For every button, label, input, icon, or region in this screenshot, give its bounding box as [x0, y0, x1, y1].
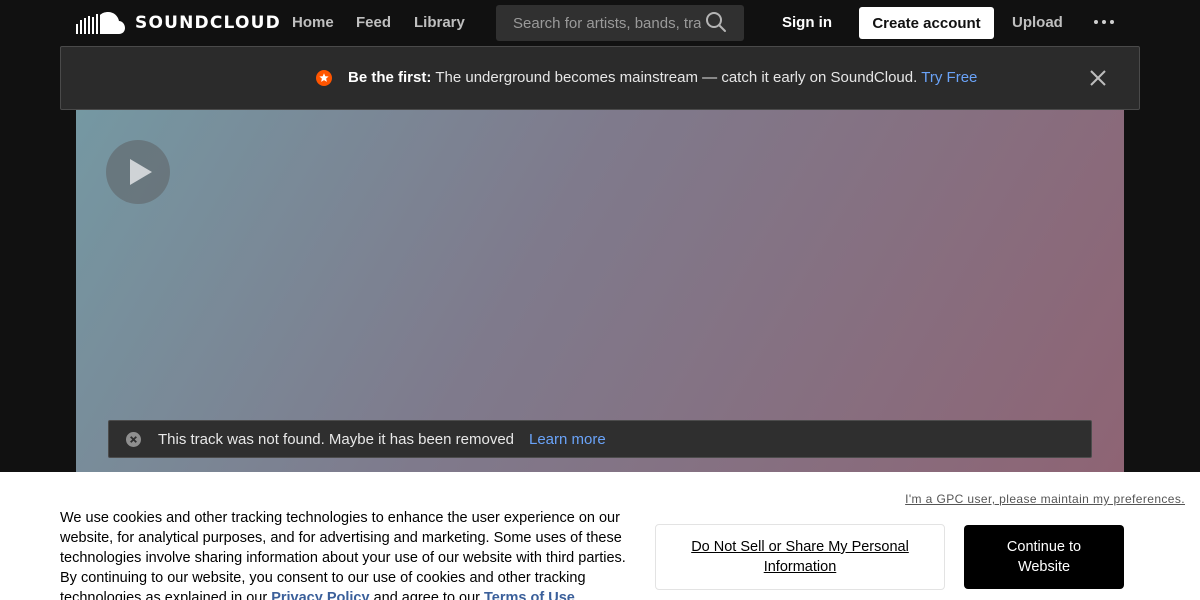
not-found-message: This track was not found. Maybe it has b…	[158, 431, 515, 448]
search-icon[interactable]	[705, 11, 727, 33]
promo-headline: Be the first:	[348, 69, 432, 86]
track-hero-background	[76, 46, 1124, 476]
terms-of-use-link[interactable]: Terms of Use	[484, 590, 575, 600]
promo-banner: Be the first: The underground becomes ma…	[60, 46, 1140, 110]
more-options-icon[interactable]	[1094, 20, 1114, 24]
sign-in-button[interactable]: Sign in	[782, 14, 832, 31]
nav-feed[interactable]: Feed	[356, 14, 391, 31]
promo-content: Be the first: The underground becomes ma…	[316, 69, 977, 86]
top-header: SOUNDCLOUD Home Feed Library Sign in Cre…	[0, 0, 1200, 46]
gpc-preference-link[interactable]: I'm a GPC user, please maintain my prefe…	[905, 492, 1185, 506]
cookie-text-3: .	[574, 590, 579, 600]
star-badge-icon	[316, 69, 332, 86]
soundcloud-cloud-icon	[76, 12, 125, 34]
privacy-policy-link[interactable]: Privacy Policy	[271, 590, 369, 600]
soundcloud-logo[interactable]: SOUNDCLOUD	[76, 11, 281, 35]
close-icon[interactable]	[1090, 70, 1106, 86]
promo-text: The underground becomes mainstream — cat…	[435, 69, 918, 86]
track-not-found-notice: This track was not found. Maybe it has b…	[108, 420, 1092, 458]
create-account-button[interactable]: Create account	[859, 7, 994, 39]
search-input[interactable]	[496, 5, 701, 41]
play-button[interactable]	[106, 140, 170, 204]
nav-home[interactable]: Home	[292, 14, 334, 31]
cookie-text-2: and agree to our	[373, 590, 480, 600]
continue-to-website-button[interactable]: Continue to Website	[964, 525, 1124, 589]
logo-wordmark: SOUNDCLOUD	[135, 13, 281, 33]
play-icon	[130, 159, 152, 185]
do-not-sell-button[interactable]: Do Not Sell or Share My Personal Informa…	[655, 524, 945, 590]
cookie-consent-banner: I'm a GPC user, please maintain my prefe…	[0, 472, 1200, 600]
cookie-text-1: We use cookies and other tracking techno…	[60, 510, 626, 600]
upload-link[interactable]: Upload	[1012, 14, 1063, 31]
learn-more-link[interactable]: Learn more	[529, 431, 606, 448]
nav-library[interactable]: Library	[414, 14, 465, 31]
cookie-text: We use cookies and other tracking techno…	[60, 508, 630, 600]
error-icon	[126, 432, 141, 447]
try-free-link[interactable]: Try Free	[921, 69, 977, 86]
